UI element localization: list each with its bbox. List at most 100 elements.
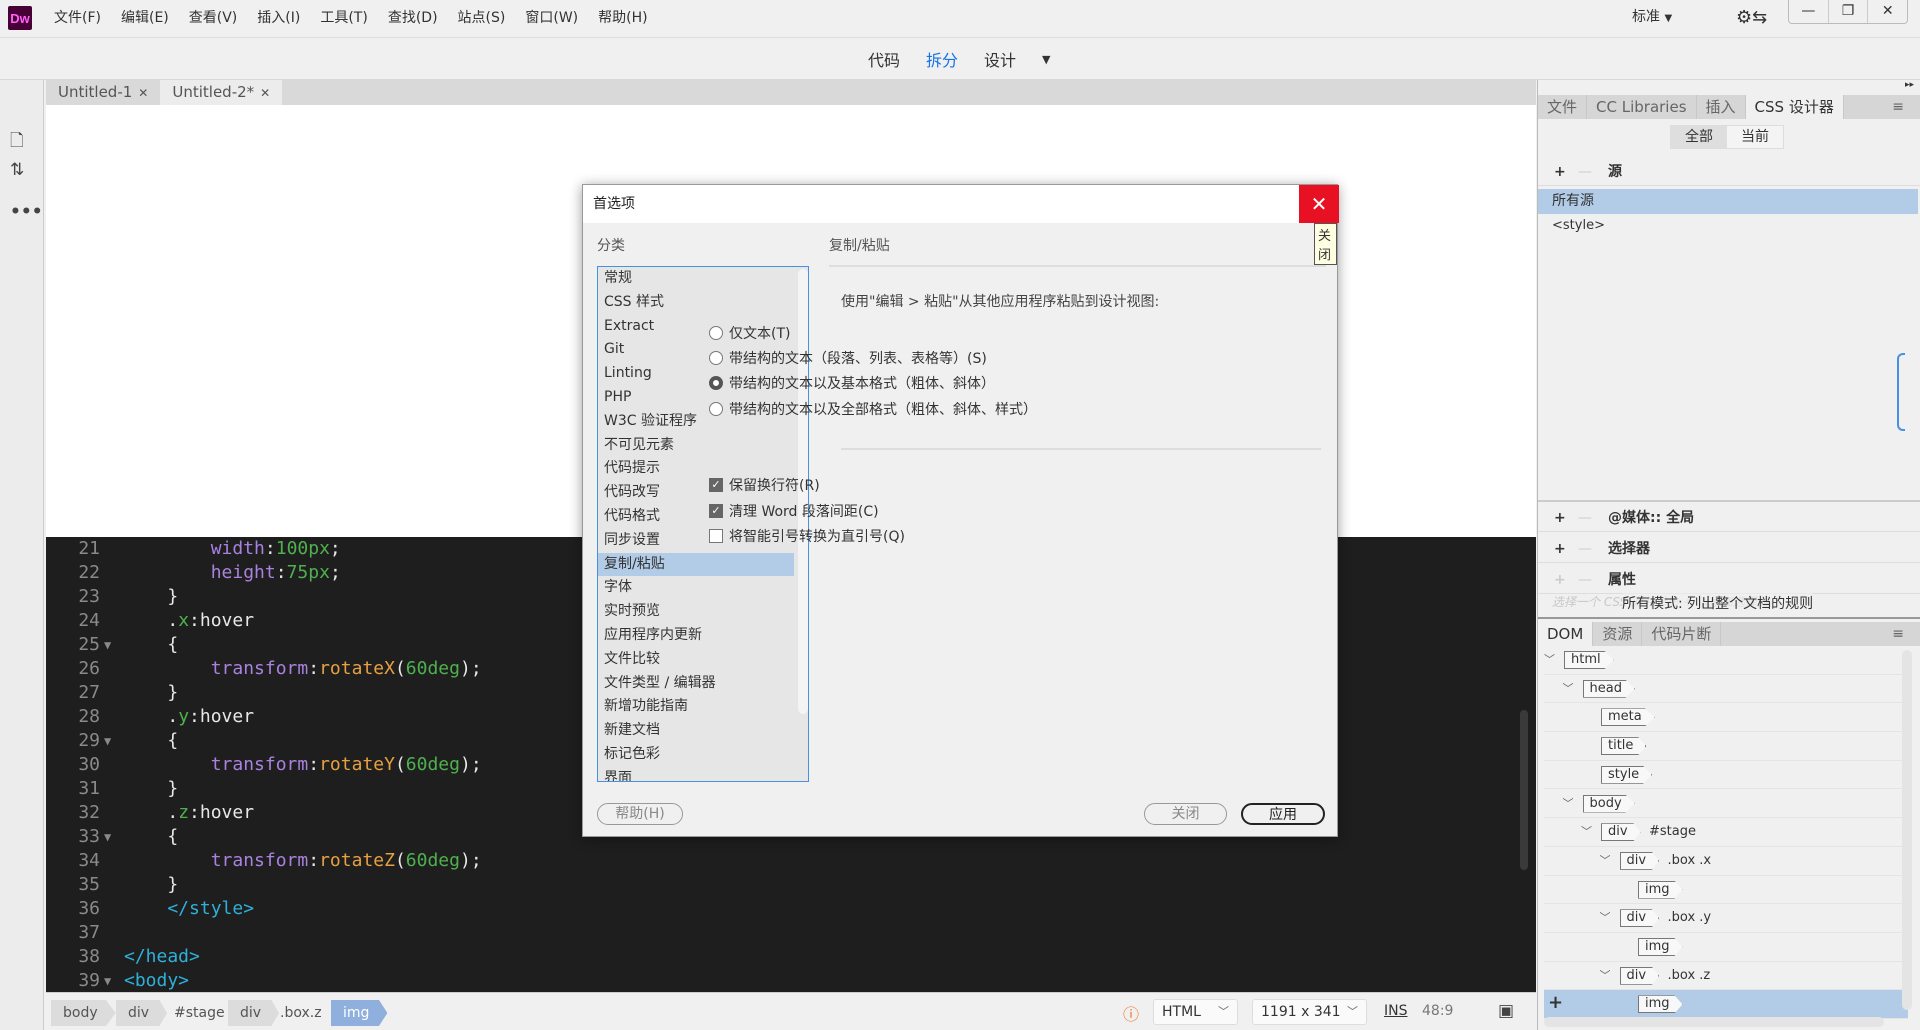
panel-scroll-indicator[interactable] [1897, 353, 1905, 431]
source-item-all[interactable]: 所有源 [1538, 189, 1918, 214]
all-toggle[interactable]: 全部 [1671, 126, 1727, 148]
expand-arrow-icon[interactable]: ﹀ [1600, 967, 1611, 983]
radio-button[interactable] [709, 351, 723, 365]
radio-button[interactable] [709, 402, 723, 416]
add-property-icon[interactable]: + [1554, 566, 1566, 594]
expand-arrow-icon[interactable]: ﹀ [1581, 823, 1592, 839]
tab-css-designer[interactable]: CSS 设计器 [1745, 95, 1844, 119]
window-size-select[interactable]: 1191 x 341 ﹀ [1252, 999, 1367, 1025]
remove-source-icon[interactable]: — [1578, 158, 1592, 186]
checkbox[interactable] [709, 529, 723, 543]
paste-option-radio[interactable]: 仅文本(T) [709, 322, 790, 344]
workspace-switcher[interactable]: 标准 ▼ [1632, 6, 1672, 26]
file-transfer-icon[interactable]: ⇅ [10, 160, 24, 180]
menu-item[interactable]: 站点(S) [448, 0, 516, 36]
category-item[interactable]: CSS 样式 [598, 291, 794, 315]
code-scrollbar[interactable] [1520, 710, 1528, 870]
expand-arrow-icon[interactable]: ﹀ [1600, 852, 1611, 868]
doc-type-select[interactable]: HTML ﹀ [1153, 999, 1238, 1025]
menu-item[interactable]: 文件(F) [44, 0, 111, 36]
warning-icon[interactable]: ⓘ [1123, 1001, 1139, 1025]
remove-media-icon[interactable]: — [1578, 504, 1592, 532]
sync-settings-icon[interactable]: ⚙⇆ [1736, 7, 1767, 28]
category-item[interactable]: 复制/粘贴 [598, 552, 794, 577]
menu-item[interactable]: 插入(I) [247, 0, 310, 36]
design-view-button[interactable]: 设计 [984, 47, 1016, 71]
dom-node-body[interactable]: ﹀ body [1544, 790, 1908, 819]
fold-arrow-icon[interactable]: ▼ [104, 633, 111, 657]
collapse-panel-icon[interactable]: ▸▸ [1905, 80, 1914, 90]
close-button[interactable]: 关闭 [1144, 803, 1227, 825]
add-element-icon[interactable]: + [1548, 992, 1563, 1013]
dom-node-meta[interactable]: meta [1544, 703, 1908, 733]
category-item[interactable]: 文件比较 [598, 648, 794, 672]
tab-snippets[interactable]: 代码片断 [1642, 622, 1722, 646]
dialog-close-button[interactable]: ✕ [1299, 185, 1339, 223]
paste-option-radio[interactable]: 带结构的文本以及全部格式（粗体、斜体、样式） [709, 398, 1037, 420]
dom-hscrollbar[interactable] [1544, 1017, 1884, 1027]
paste-option-radio[interactable]: 带结构的文本以及基本格式（粗体、斜体） [709, 372, 995, 394]
paste-option-checkbox[interactable]: ✓ 保留换行符(R) [709, 474, 820, 496]
close-window-button[interactable]: ✕ [1867, 0, 1907, 23]
file-icon[interactable]: 🗋 [10, 128, 24, 157]
tab-dom[interactable]: DOM [1538, 622, 1594, 646]
paste-option-checkbox[interactable]: ✓ 清理 Word 段落间距(C) [709, 500, 879, 522]
fold-arrow-icon[interactable]: ▼ [104, 729, 111, 753]
checkbox[interactable]: ✓ [709, 478, 723, 492]
paste-option-radio[interactable]: 带结构的文本（段落、列表、表格等）(S) [709, 347, 987, 369]
view-dropdown-icon[interactable]: ▼ [1042, 53, 1050, 66]
tab-cc-libraries[interactable]: CC Libraries [1587, 95, 1697, 119]
add-source-icon[interactable]: + [1554, 158, 1566, 186]
expand-arrow-icon[interactable]: ﹀ [1563, 680, 1574, 696]
category-item[interactable]: 常规 [598, 267, 794, 291]
category-item[interactable]: 界面 [598, 767, 794, 781]
dom-node-div[interactable]: ﹀ div #stage [1544, 818, 1908, 847]
dom-node-html[interactable]: ﹀ html [1544, 646, 1908, 675]
restore-button[interactable]: ❐ [1827, 0, 1868, 23]
panel-menu-icon[interactable]: ≡ [1883, 622, 1913, 646]
source-item-style[interactable]: <style> [1552, 218, 1605, 233]
dom-node-img[interactable]: img [1544, 876, 1908, 905]
expand-arrow-icon[interactable]: ﹀ [1600, 909, 1611, 925]
tab-insert[interactable]: 插入 [1697, 95, 1746, 119]
breadcrumb-img[interactable]: img [331, 1000, 388, 1026]
fold-arrow-icon[interactable]: ▼ [104, 969, 111, 992]
category-item[interactable]: 文件类型 / 编辑器 [598, 672, 794, 696]
category-item[interactable]: 标记色彩 [598, 743, 794, 767]
expand-arrow-icon[interactable]: ﹀ [1544, 651, 1555, 667]
more-icon[interactable]: ••• [10, 202, 43, 222]
current-toggle[interactable]: 当前 [1727, 126, 1783, 148]
apply-button[interactable]: 应用 [1241, 803, 1325, 825]
split-view-button[interactable]: 拆分 [926, 47, 958, 71]
remove-selector-icon[interactable]: — [1578, 535, 1592, 563]
tab-assets[interactable]: 资源 [1593, 622, 1643, 646]
fold-arrow-icon[interactable]: ▼ [104, 825, 111, 849]
tab-untitled-2[interactable]: Untitled-2* ✕ [160, 80, 283, 105]
category-item[interactable]: 新增功能指南 [598, 695, 794, 719]
radio-button[interactable] [709, 326, 723, 340]
menu-item[interactable]: 编辑(E) [111, 0, 179, 36]
paste-option-checkbox[interactable]: 将智能引号转换为直引号(Q) [709, 525, 905, 547]
category-item[interactable]: 字体 [598, 576, 794, 600]
menu-item[interactable]: 帮助(H) [588, 0, 657, 36]
code-view-button[interactable]: 代码 [868, 47, 900, 71]
radio-button[interactable] [709, 376, 723, 390]
dom-node-img[interactable]: img + [1544, 990, 1908, 1020]
panel-menu-icon[interactable]: ≡ [1883, 95, 1913, 119]
category-item[interactable]: 不可见元素 [598, 434, 794, 458]
menu-item[interactable]: 窗口(W) [515, 0, 588, 36]
live-preview-icon[interactable]: ▣ [1498, 1001, 1514, 1021]
close-tab-icon[interactable]: ✕ [260, 86, 270, 100]
menu-item[interactable]: 查看(V) [179, 0, 248, 36]
tab-files[interactable]: 文件 [1538, 95, 1588, 119]
checkbox[interactable]: ✓ [709, 504, 723, 518]
tab-untitled-1[interactable]: Untitled-1 ✕ [46, 80, 160, 105]
dom-scrollbar[interactable] [1902, 650, 1912, 1010]
dom-node-img[interactable]: img [1544, 933, 1908, 962]
dom-node-style[interactable]: style [1544, 761, 1908, 790]
add-media-icon[interactable]: + [1554, 504, 1566, 532]
add-selector-icon[interactable]: + [1554, 535, 1566, 563]
minimize-button[interactable]: — [1789, 0, 1828, 23]
help-button[interactable]: 帮助(H) [597, 803, 683, 825]
breadcrumb-body[interactable]: body [51, 1000, 116, 1026]
